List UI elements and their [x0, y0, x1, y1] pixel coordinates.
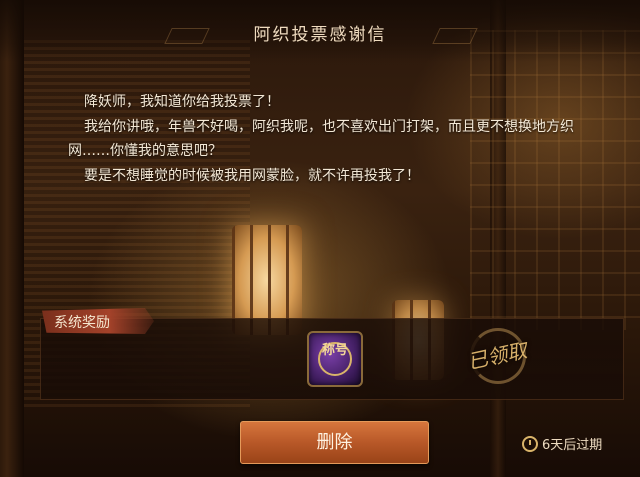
clock-icon: [522, 436, 538, 452]
reward-label: 系统奖励: [54, 315, 110, 331]
letter-line: 要是不想睡觉的时候被我用网蒙脸，就不许再投我了！: [84, 167, 420, 184]
reward-item-text: 称号: [321, 343, 348, 358]
claimed-stamp-icon: 已领取: [448, 322, 538, 386]
delete-button[interactable]: 删除: [240, 421, 429, 464]
letter-line: 降妖师，我知道你给我投票了！: [84, 94, 280, 110]
page-title: 阿织投票感谢信: [253, 25, 387, 45]
expiry-info: 6天后过期: [522, 434, 602, 453]
expiry-text: 6天后过期: [542, 438, 603, 453]
letter-body: 降妖师，我知道你给我投票了！ 我给你讲哦，年兽不好喝，阿织我呢，也不喜欢出门打架…: [68, 90, 588, 188]
title-badge-icon[interactable]: 称号: [307, 331, 363, 387]
letter-line: 我给你讲哦，年兽不好喝，阿织我呢，也不喜欢出门打架，而且更不想换地方织网……你懂…: [68, 118, 574, 160]
background-scene: [0, 0, 640, 477]
pillar: [0, 0, 24, 477]
